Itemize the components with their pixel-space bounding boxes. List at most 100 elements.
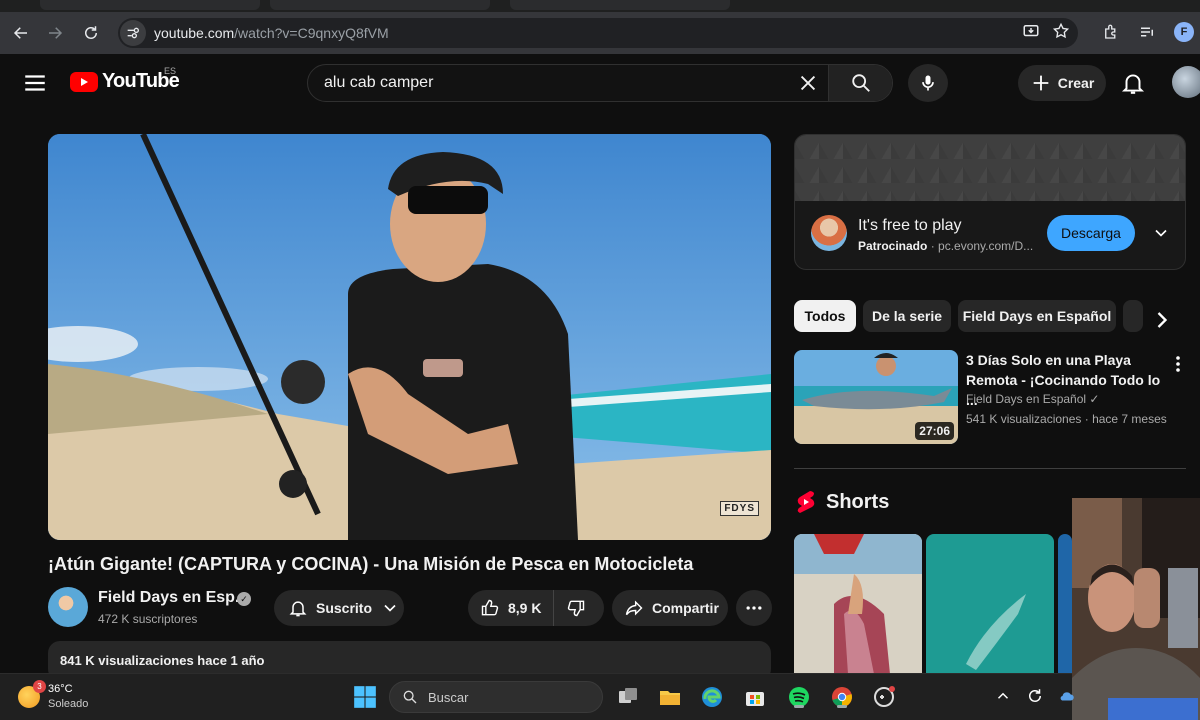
file-explorer-button[interactable] (656, 683, 684, 711)
back-button[interactable] (8, 20, 34, 46)
taskbar-search-label: Buscar (428, 689, 469, 705)
weather-condition: Soleado (48, 698, 89, 710)
extensions-icon[interactable] (1102, 23, 1120, 41)
arrow-right-icon (49, 27, 63, 39)
browser-tab[interactable] (510, 0, 730, 10)
ad-download-button[interactable]: Descarga (1047, 215, 1135, 251)
like-button[interactable]: 8,9 K (468, 590, 555, 626)
subscribed-label: Suscrito (316, 600, 373, 616)
short-thumbnail (926, 534, 1054, 674)
windows-start-icon[interactable] (352, 684, 378, 710)
shorts-header: Shorts (796, 490, 889, 514)
create-button[interactable]: Crear (1018, 65, 1106, 101)
cloud-icon[interactable] (1058, 687, 1076, 705)
webcam-feed (1072, 498, 1200, 720)
spotify-button[interactable] (785, 683, 813, 711)
edge-browser-button[interactable] (698, 683, 726, 711)
channel-name[interactable]: Field Days en Esp... (98, 589, 248, 607)
clear-search-button[interactable] (788, 72, 828, 94)
media-controls-icon[interactable] (1138, 23, 1156, 41)
short-video-3[interactable] (1058, 534, 1072, 674)
search-bar[interactable]: alu cab camper (307, 64, 893, 102)
recommended-video[interactable]: 27:06 3 Días Solo en una Playa Remota - … (794, 350, 1194, 446)
chip-field-days[interactable]: Field Days en Español (958, 300, 1116, 332)
thumbs-down-icon (568, 600, 585, 617)
account-avatar[interactable] (1172, 66, 1200, 98)
play-logo-icon (70, 71, 98, 92)
ad-banner-image[interactable] (795, 135, 1185, 201)
like-dislike-group: 8,9 K (468, 590, 604, 626)
taskbar-search[interactable]: Buscar (389, 681, 603, 713)
video-frame (48, 134, 771, 540)
verified-check-icon: ✓ (1089, 392, 1100, 406)
browser-tab[interactable] (270, 0, 490, 10)
youtube-logo[interactable]: YouTube ES (70, 66, 180, 93)
channel-avatar[interactable] (48, 587, 88, 627)
bell-icon (289, 601, 307, 617)
folder-icon (660, 691, 680, 705)
url-text: youtube.com/watch?v=C9qnxyQ8fVM (154, 25, 389, 41)
subscriber-count: 472 K suscriptores (98, 612, 198, 626)
menu-icon[interactable] (22, 70, 48, 96)
chip-todos[interactable]: Todos (794, 300, 856, 332)
subscribed-button[interactable]: Suscrito (274, 590, 404, 626)
weather-widget[interactable]: 3 36°C Soleado (18, 680, 89, 712)
advertiser-logo (811, 215, 847, 251)
search-input[interactable]: alu cab camper (308, 74, 788, 92)
install-app-icon[interactable] (1022, 22, 1040, 40)
video-player[interactable]: FDYS (48, 134, 771, 540)
sponsored-ad-card[interactable]: It's free to play Patrocinado · pc.evony… (794, 134, 1186, 270)
thumbs-up-icon (481, 599, 499, 616)
weather-temperature: 36°C (48, 683, 73, 695)
share-label: Compartir (652, 600, 719, 616)
recommended-thumbnail[interactable]: 27:06 (794, 350, 958, 444)
shorts-heading: Shorts (826, 490, 890, 513)
browser-profile-avatar[interactable]: F (1174, 22, 1194, 42)
search-icon (851, 74, 870, 92)
reload-button[interactable] (78, 20, 104, 46)
description-stats: 841 K visualizaciones hace 1 año (60, 653, 265, 668)
voice-search-button[interactable] (908, 64, 948, 102)
shorts-logo-icon (797, 491, 815, 513)
sync-icon[interactable] (1026, 687, 1044, 705)
short-video-2[interactable] (926, 534, 1054, 674)
notifications-bell-icon[interactable] (1120, 70, 1146, 96)
microsoft-store-button[interactable] (741, 683, 769, 711)
chip-de-la-serie[interactable]: De la serie (863, 300, 951, 332)
chip-overflow[interactable] (1123, 300, 1143, 332)
more-actions-button[interactable] (736, 590, 772, 626)
windows-taskbar: 3 36°C Soleado Buscar (0, 673, 1074, 720)
chevron-up-icon[interactable] (994, 687, 1012, 705)
video-duration: 27:06 (915, 422, 954, 440)
chevron-right-icon[interactable] (1148, 306, 1176, 334)
store-bag-icon (746, 692, 764, 706)
arrow-left-icon (13, 27, 27, 39)
forward-button[interactable] (42, 20, 68, 46)
task-view-icon (619, 688, 637, 703)
recommended-channel[interactable]: Field Days en Español ✓ (966, 392, 1099, 406)
dislike-button[interactable] (554, 590, 598, 626)
short-thumbnail (1058, 534, 1072, 674)
ad-subtitle: Patrocinado · pc.evony.com/D... (858, 239, 1034, 253)
task-view-button[interactable] (614, 683, 642, 711)
like-count: 8,9 K (508, 600, 542, 616)
browser-tab[interactable] (40, 0, 260, 10)
chrome-button[interactable] (828, 683, 856, 711)
more-vertical-icon[interactable] (1170, 354, 1186, 374)
recommended-meta: 541 K visualizaciones · hace 7 meses (966, 412, 1167, 426)
search-button[interactable] (828, 65, 892, 101)
chevron-down-icon (384, 604, 396, 612)
game-app-button[interactable] (870, 683, 898, 711)
chevron-down-icon[interactable] (1151, 223, 1171, 243)
notification-badge: 3 (33, 680, 46, 693)
browser-toolbar: youtube.com/watch?v=C9qnxyQ8fVM F (0, 12, 1200, 54)
short-video-1[interactable] (794, 534, 922, 674)
bookmark-star-icon[interactable] (1052, 22, 1070, 40)
close-icon (800, 75, 816, 91)
share-button[interactable]: Compartir (612, 590, 728, 626)
address-bar[interactable]: youtube.com/watch?v=C9qnxyQ8fVM (118, 18, 1078, 48)
section-divider (794, 468, 1186, 469)
site-settings-icon[interactable] (120, 20, 146, 46)
sun-icon: 3 (18, 680, 46, 708)
gamepad-icon (874, 686, 895, 707)
